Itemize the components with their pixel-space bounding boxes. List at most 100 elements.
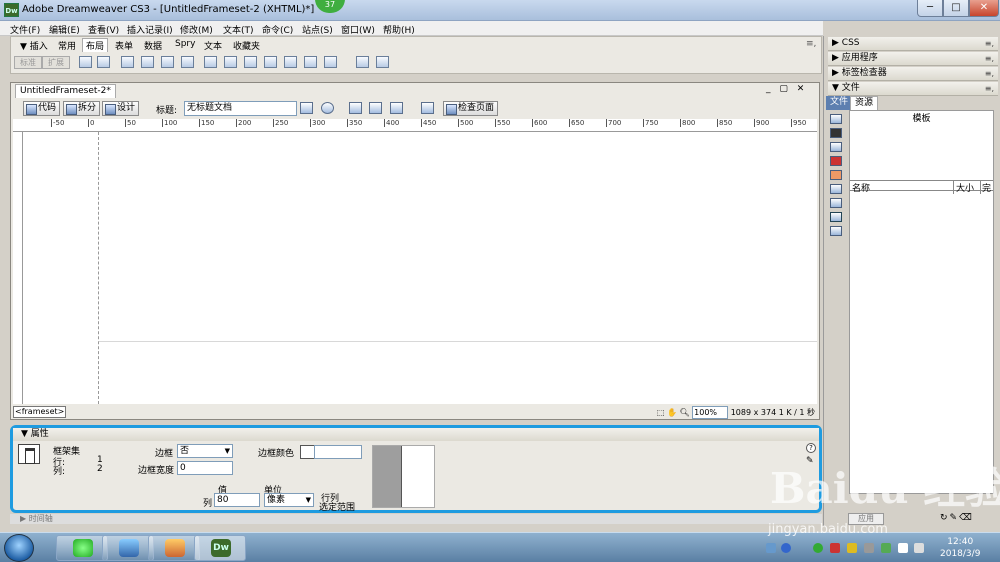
zoom-select[interactable]: 100% [692,406,729,419]
border-select[interactable]: 否 [177,444,233,458]
code-view-button[interactable]: 代码 [23,101,61,116]
document-window-controls[interactable]: _ ▢ ✕ [766,84,816,94]
tray-usb-icon[interactable] [881,543,891,553]
frames-dropdown-icon[interactable] [324,56,337,68]
frame-border-left[interactable] [98,132,99,404]
taskbar-paint[interactable] [148,535,200,561]
shockwave-asset-icon[interactable] [830,170,842,180]
visual-aids-icon[interactable] [390,102,403,114]
menu-view[interactable]: 查看(V) [88,23,119,36]
insert-col-left-icon[interactable] [264,56,277,68]
design-canvas[interactable] [23,132,817,404]
tag-selector-frameset[interactable]: <frameset> [13,406,67,418]
zoom-tool-icon[interactable]: 🔍︎ [679,408,689,417]
menu-help[interactable]: 帮助(H) [383,23,415,36]
spry-panels-icon[interactable] [181,56,194,68]
menu-site[interactable]: 站点(S) [302,23,333,36]
border-color-picker[interactable] [300,445,315,459]
tray-clock[interactable]: 12:40 2018/3/9 [940,536,980,560]
tag-options-icon[interactable]: ≡, [985,67,994,80]
hand-tool-icon[interactable]: ✋ [667,408,677,417]
menu-insert[interactable]: 插入记录(I) [127,23,173,36]
border-width-input[interactable]: 0 [177,461,233,475]
tray-volume-icon[interactable] [914,543,924,553]
menu-window[interactable]: 窗口(W) [341,23,375,36]
tray-signal-icon[interactable] [898,543,908,553]
tray-help-icon[interactable] [781,543,791,553]
movies-asset-icon[interactable] [830,184,842,194]
menu-edit[interactable]: 编辑(E) [49,23,80,36]
properties-header[interactable]: ▼ 属性 [13,428,819,441]
layer-icon[interactable] [97,56,110,68]
unit-select[interactable]: 像素 [264,493,314,507]
frameset-preview[interactable] [372,445,435,508]
panel-options-icon[interactable]: ≡, [806,39,816,49]
insert-panel-toggle[interactable]: ▼ 插入 [20,39,48,52]
urls-asset-icon[interactable] [830,142,842,152]
taskbar-dreamweaver[interactable]: Dw [194,535,246,561]
library-asset-icon[interactable] [830,226,842,236]
help-icon[interactable]: ? [806,443,816,453]
tab-spry[interactable]: Spry [175,39,195,49]
timeline-panel-header[interactable]: ▶ 时间轴 [10,514,822,524]
tab-text[interactable]: 文本 [204,39,222,52]
css-panel-header[interactable]: ▶ CSS ≡, [828,37,998,51]
menu-commands[interactable]: 命令(C) [262,23,293,36]
files-panel-header[interactable]: ▼ 文件 ≡, [828,82,998,96]
colors-asset-icon[interactable] [830,128,842,138]
frame-icon[interactable] [304,56,317,68]
insert-row-above-icon[interactable] [224,56,237,68]
menu-modify[interactable]: 修改(M) [180,23,213,36]
templates-asset-icon[interactable] [830,212,842,222]
files-options-icon[interactable]: ≡, [985,82,994,95]
refresh-design-icon[interactable] [349,102,362,114]
tab-layout[interactable]: 布局 [82,38,109,52]
border-color-input[interactable] [314,445,362,459]
ap-div-icon[interactable] [141,56,154,68]
file-management-icon[interactable] [300,102,313,114]
tag-inspector-header[interactable]: ▶ 标签检查器 ≡, [828,67,998,81]
app-options-icon[interactable]: ≡, [985,52,994,65]
tab-favorites[interactable]: 收藏夹 [233,39,260,52]
div-icon[interactable] [121,56,134,68]
tray-security-icon[interactable] [813,543,823,553]
menu-text[interactable]: 文本(T) [223,23,254,36]
column-value-input[interactable]: 80 [214,493,260,507]
dreamweaver-app-icon[interactable]: Dw [4,3,19,17]
tray-shield-icon[interactable] [847,543,857,553]
selected-frame-column[interactable] [373,446,402,507]
tab-forms[interactable]: 表单 [115,39,133,52]
flash-asset-icon[interactable] [830,156,842,166]
table-icon[interactable] [79,56,92,68]
application-panel-header[interactable]: ▶ 应用程序 ≡, [828,52,998,66]
close-button[interactable]: ✕ [969,0,999,17]
minimize-button[interactable]: ─ [917,0,943,17]
iframe-icon[interactable] [204,56,217,68]
tab-data[interactable]: 数据 [144,39,162,52]
layout-grid-icon[interactable] [356,56,369,68]
preview-browser-icon[interactable] [321,102,334,114]
split-view-button[interactable]: 拆分 [63,101,101,116]
view-options-icon[interactable] [369,102,382,114]
column-name[interactable]: 名称 [852,181,870,194]
scripts-asset-icon[interactable] [830,198,842,208]
select-tool-icon[interactable]: ⬚ [657,408,665,417]
tab-assets[interactable]: 资源 [850,96,879,110]
check-page-button[interactable]: 检查页面 [443,101,499,116]
tab-common[interactable]: 常用 [58,39,76,52]
insert-row-below-icon[interactable] [244,56,257,68]
css-options-icon[interactable]: ≡, [985,37,994,50]
column-full[interactable]: 完 [980,181,991,194]
expanded-mode-button[interactable]: 扩展 [42,56,70,69]
validate-markup-icon[interactable] [421,102,434,114]
column-size[interactable]: 大小 [953,181,974,194]
taskbar-explorer[interactable] [102,535,154,561]
tab-files[interactable]: 文件 [826,96,853,110]
tray-app-icon[interactable] [830,543,840,553]
taskbar-browser[interactable] [56,535,108,561]
layout-table-icon[interactable] [376,56,389,68]
images-asset-icon[interactable] [830,114,842,124]
document-tab[interactable]: UntitledFrameset-2* [15,84,116,98]
window-size[interactable]: 1089 x 374 [731,408,776,417]
maximize-button[interactable]: □ [943,0,969,17]
